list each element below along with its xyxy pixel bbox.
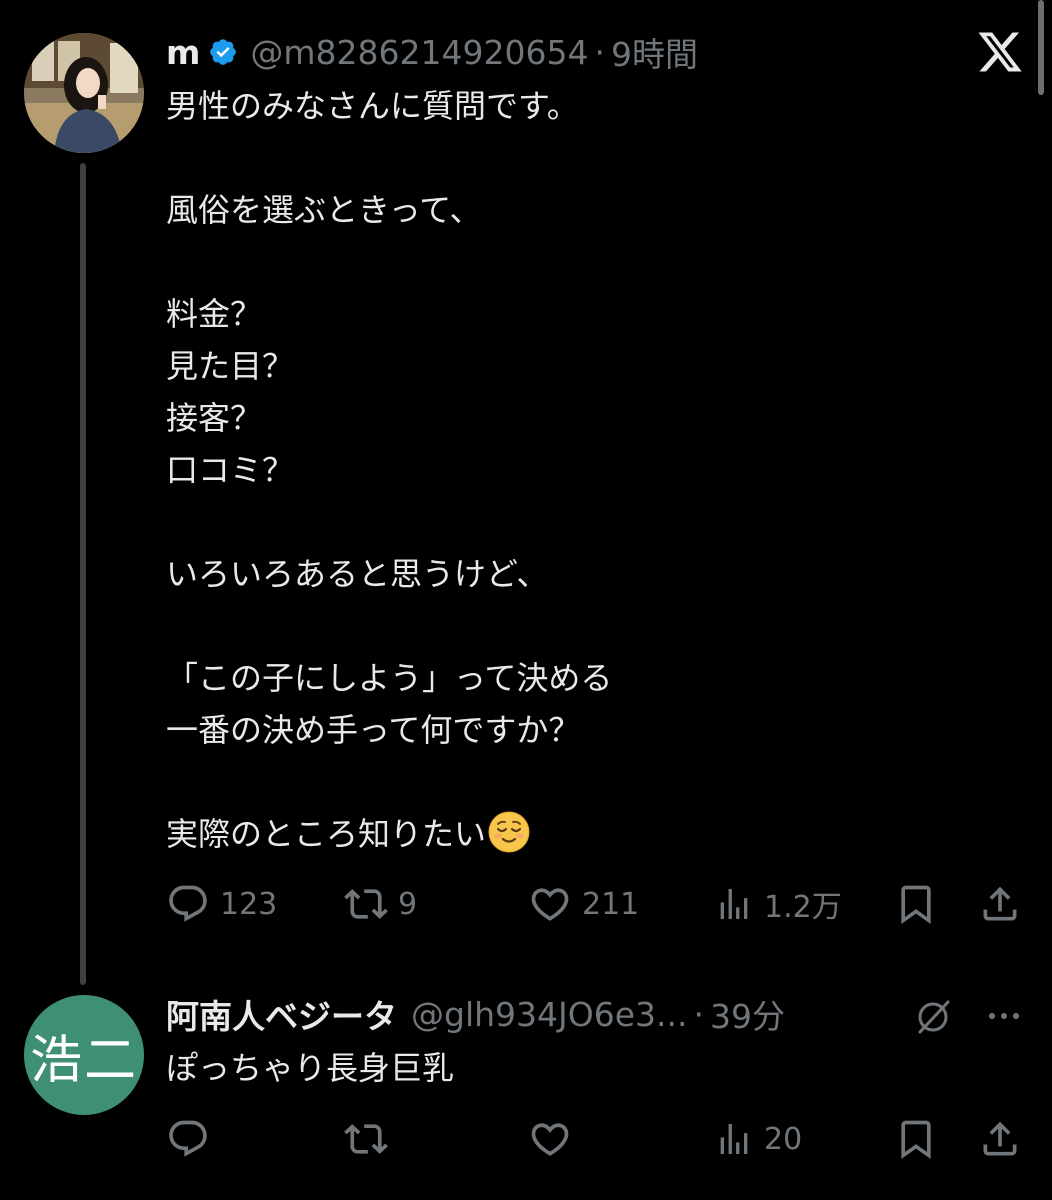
like-count: 211: [582, 886, 640, 922]
views-chart-icon: [720, 1124, 748, 1154]
thread-line: [80, 163, 86, 985]
like-button[interactable]: 211: [528, 879, 639, 929]
reply-icon: [169, 885, 207, 922]
reply-author-handle[interactable]: @glh934JO6e3...: [411, 995, 688, 1034]
repost-icon: [344, 1124, 388, 1154]
views-button[interactable]: 20: [714, 1114, 802, 1164]
verified-badge-icon: [208, 37, 238, 67]
repost-icon: [344, 889, 388, 919]
reply-actions: 20: [166, 1114, 1026, 1164]
repost-button[interactable]: 9: [344, 879, 417, 929]
post-actions: 123 9 211 1.2万: [166, 879, 1026, 929]
x-logo-icon: [976, 28, 1024, 76]
separator: ·: [693, 994, 705, 1034]
reply-icon: [169, 1120, 207, 1157]
more-options-icon[interactable]: [982, 994, 1026, 1038]
author-handle[interactable]: @m8286214920654: [250, 33, 588, 72]
share-icon: [983, 1121, 1017, 1156]
views-count: 20: [764, 1121, 803, 1157]
author-avatar[interactable]: [24, 33, 144, 153]
views-chart-icon: [720, 889, 748, 919]
repost-count: 9: [398, 886, 418, 922]
share-button[interactable]: [978, 1114, 1022, 1164]
bookmark-icon: [901, 885, 931, 925]
bookmark-icon: [901, 1120, 931, 1160]
reply-button[interactable]: [166, 1114, 210, 1164]
like-button[interactable]: [528, 1114, 572, 1164]
post-body-text: 男性のみなさんに質問です。 風俗を選ぶときって、 料金？ 見た目？ 接客？ 口コ…: [166, 87, 613, 853]
share-icon: [983, 886, 1017, 921]
scrollbar-thumb[interactable]: [1038, 0, 1044, 95]
heart-icon: [531, 1123, 569, 1156]
post-header: m @m8286214920654 · 9時間: [166, 26, 698, 78]
share-button[interactable]: [978, 879, 1022, 929]
reply-author-avatar[interactable]: 浩二: [24, 995, 144, 1115]
reply-avatar-text: 浩二: [29, 1030, 138, 1091]
bookmark-button[interactable]: [894, 1114, 938, 1164]
relieved-face-emoji-icon: [488, 811, 530, 853]
bookmark-button[interactable]: [894, 879, 938, 929]
heart-icon: [531, 888, 569, 921]
reply-header: 阿南人ベジータ @glh934JO6e3... · 39分: [166, 988, 785, 1040]
views-button[interactable]: 1.2万: [714, 879, 842, 929]
views-count: 1.2万: [764, 890, 842, 925]
author-name[interactable]: m: [166, 33, 200, 72]
repost-button[interactable]: [344, 1114, 388, 1164]
post-time[interactable]: 9時間: [611, 28, 698, 76]
separator: ·: [594, 32, 605, 72]
reply-button[interactable]: 123: [166, 879, 277, 929]
reply-time[interactable]: 39分: [710, 990, 785, 1038]
grok-icon[interactable]: [912, 994, 956, 1038]
reply-author-name[interactable]: 阿南人ベジータ: [166, 990, 397, 1038]
reply-body: ぽっちゃり長身巨乳: [166, 1049, 455, 1087]
reply-count: 123: [220, 886, 278, 922]
post-body: 男性のみなさんに質問です。 風俗を選ぶときって、 料金？ 見た目？ 接客？ 口コ…: [166, 80, 986, 860]
